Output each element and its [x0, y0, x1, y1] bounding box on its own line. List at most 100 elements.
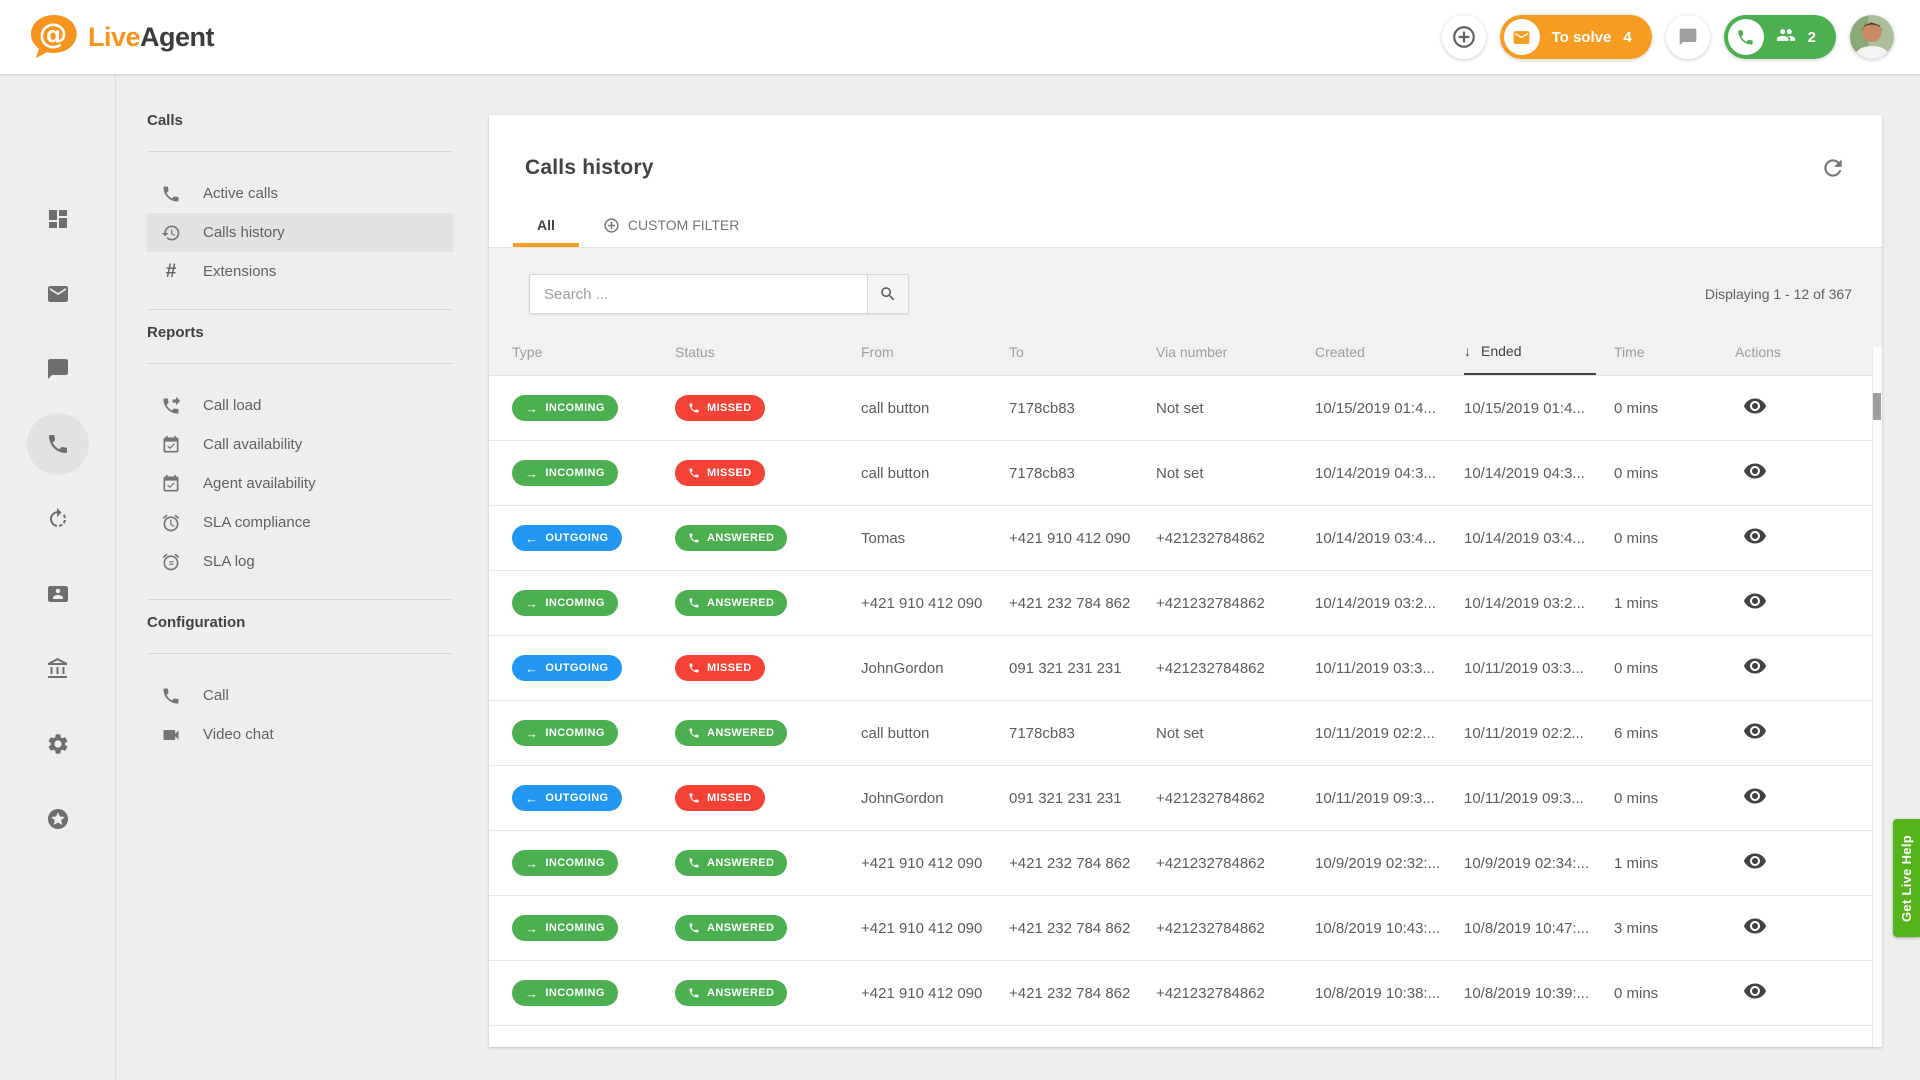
sidebar-item-call-availability[interactable]: Call availability: [147, 425, 453, 464]
envelope-icon: [1504, 19, 1540, 55]
table-row[interactable]: →INCOMINGANSWEREDcall button7178cb83Not …: [489, 701, 1882, 766]
phone-icon: [688, 467, 700, 479]
cell-to: 7178cb83: [1009, 465, 1156, 482]
cell-status: ANSWERED: [675, 590, 861, 616]
to-solve-count: 4: [1623, 29, 1631, 46]
type-badge: ←OUTGOING: [512, 655, 622, 681]
table-row[interactable]: →INCOMINGANSWERED+421 910 412 090+421 23…: [489, 961, 1882, 1026]
column-header-from[interactable]: From: [861, 328, 1009, 375]
scrollbar-thumb[interactable]: [1873, 393, 1881, 420]
sidebar-item-label: SLA log: [203, 553, 255, 570]
sidebar-item-extensions[interactable]: #Extensions: [147, 252, 453, 291]
agents-online-button[interactable]: 2: [1724, 15, 1836, 59]
get-live-help-tab[interactable]: Get Live Help: [1893, 819, 1920, 937]
table-row[interactable]: →INCOMINGMISSEDcall button7178cb83Not se…: [489, 441, 1882, 506]
sidebar-item-sla-log[interactable]: SLA log: [147, 542, 453, 581]
column-header-via-number[interactable]: Via number: [1156, 328, 1315, 375]
cell-created: 10/15/2019 01:4...: [1315, 400, 1464, 417]
table-body: →INCOMINGMISSEDcall button7178cb83Not se…: [489, 376, 1882, 1026]
contact-card-icon[interactable]: [46, 582, 70, 606]
type-badge-label: OUTGOING: [545, 662, 608, 674]
cell-type: →INCOMING: [512, 395, 675, 421]
status-badge-label: MISSED: [707, 662, 752, 674]
cell-type: →INCOMING: [512, 850, 675, 876]
cell-time: 0 mins: [1614, 660, 1735, 677]
phone-icon[interactable]: [46, 432, 70, 456]
chat-bubble-icon[interactable]: [1666, 15, 1710, 59]
to-solve-button[interactable]: To solve 4: [1500, 15, 1652, 59]
type-badge: →INCOMING: [512, 590, 618, 616]
column-header-created[interactable]: Created: [1315, 328, 1464, 375]
eye-icon[interactable]: [1743, 654, 1767, 678]
add-circle-icon[interactable]: [1442, 15, 1486, 59]
sidebar-item-sla-compliance[interactable]: SLA compliance: [147, 503, 453, 542]
eye-icon[interactable]: [1743, 459, 1767, 483]
sidebar-item-call-load[interactable]: Call load: [147, 386, 453, 425]
column-header-ended[interactable]: ↓Ended: [1464, 328, 1596, 375]
user-avatar[interactable]: [1850, 15, 1894, 59]
status-badge: ANSWERED: [675, 525, 787, 551]
table-scrollbar[interactable]: [1872, 347, 1882, 1047]
chat-icon[interactable]: [46, 357, 70, 381]
eye-icon[interactable]: [1743, 849, 1767, 873]
phone-icon: [688, 532, 700, 544]
column-header-to[interactable]: To: [1009, 328, 1156, 375]
cell-status: ANSWERED: [675, 980, 861, 1006]
cell-status: ANSWERED: [675, 525, 861, 551]
rotate-icon[interactable]: [46, 507, 70, 531]
eye-icon[interactable]: [1743, 394, 1767, 418]
table-row[interactable]: →INCOMINGANSWERED+421 910 412 090+421 23…: [489, 571, 1882, 636]
cell-actions: [1735, 459, 1882, 487]
search-icon[interactable]: [867, 274, 909, 314]
eye-icon[interactable]: [1743, 914, 1767, 938]
mail-icon[interactable]: [46, 282, 70, 306]
eye-icon[interactable]: [1743, 589, 1767, 613]
cell-from: JohnGordon: [861, 660, 1009, 677]
search-input[interactable]: [529, 274, 867, 314]
videocam-icon: [161, 725, 181, 745]
sidebar-item-calls-history[interactable]: Calls history: [147, 213, 453, 252]
cell-ended: 10/14/2019 04:3...: [1464, 465, 1614, 482]
sidebar-item-agent-availability[interactable]: Agent availability: [147, 464, 453, 503]
cell-type: ←OUTGOING: [512, 785, 675, 811]
phone-icon: [688, 727, 700, 739]
eye-icon[interactable]: [1743, 979, 1767, 1003]
sidebar-item-label: Video chat: [203, 726, 274, 743]
column-header-type[interactable]: Type: [512, 328, 675, 375]
eye-icon[interactable]: [1743, 524, 1767, 548]
bank-icon[interactable]: [46, 657, 70, 681]
eye-icon[interactable]: [1743, 719, 1767, 743]
table-row[interactable]: ←OUTGOINGMISSEDJohnGordon091 321 231 231…: [489, 636, 1882, 701]
column-header-time[interactable]: Time: [1614, 328, 1735, 375]
sidebar-item-video-chat[interactable]: Video chat: [147, 715, 453, 754]
cell-ended: 10/9/2019 02:34:...: [1464, 855, 1614, 872]
cell-time: 1 mins: [1614, 595, 1735, 612]
svg-text:@: @: [39, 17, 68, 51]
table-row[interactable]: ←OUTGOINGMISSEDJohnGordon091 321 231 231…: [489, 766, 1882, 831]
cell-created: 10/9/2019 02:32:...: [1315, 855, 1464, 872]
cell-to: 7178cb83: [1009, 725, 1156, 742]
phone-icon: [688, 662, 700, 674]
refresh-icon[interactable]: [1820, 155, 1846, 181]
gear-icon[interactable]: [46, 732, 70, 756]
column-header-status[interactable]: Status: [675, 328, 861, 375]
column-header-label: From: [861, 344, 894, 360]
sidebar-item-call[interactable]: Call: [147, 676, 453, 715]
column-header-label: Created: [1315, 344, 1365, 360]
eye-icon[interactable]: [1743, 784, 1767, 808]
tab-all[interactable]: All: [513, 203, 579, 247]
type-badge-label: OUTGOING: [545, 792, 608, 804]
table-row[interactable]: →INCOMINGANSWERED+421 910 412 090+421 23…: [489, 831, 1882, 896]
column-header-actions[interactable]: Actions: [1735, 328, 1882, 375]
star-circle-icon[interactable]: [46, 807, 70, 831]
phone-icon: [161, 686, 181, 706]
dashboard-icon[interactable]: [46, 207, 70, 231]
menu-section-heading: Reports: [147, 310, 453, 363]
table-row[interactable]: →INCOMINGANSWERED+421 910 412 090+421 23…: [489, 896, 1882, 961]
cell-ended: 10/11/2019 02:2...: [1464, 725, 1614, 742]
tab-custom-filter[interactable]: CUSTOM FILTER: [579, 203, 764, 247]
table-row[interactable]: →INCOMINGMISSEDcall button7178cb83Not se…: [489, 376, 1882, 441]
sidebar-item-active-calls[interactable]: Active calls: [147, 174, 453, 213]
table-row[interactable]: ←OUTGOINGANSWEREDTomas+421 910 412 090+4…: [489, 506, 1882, 571]
cell-actions: [1735, 784, 1882, 812]
